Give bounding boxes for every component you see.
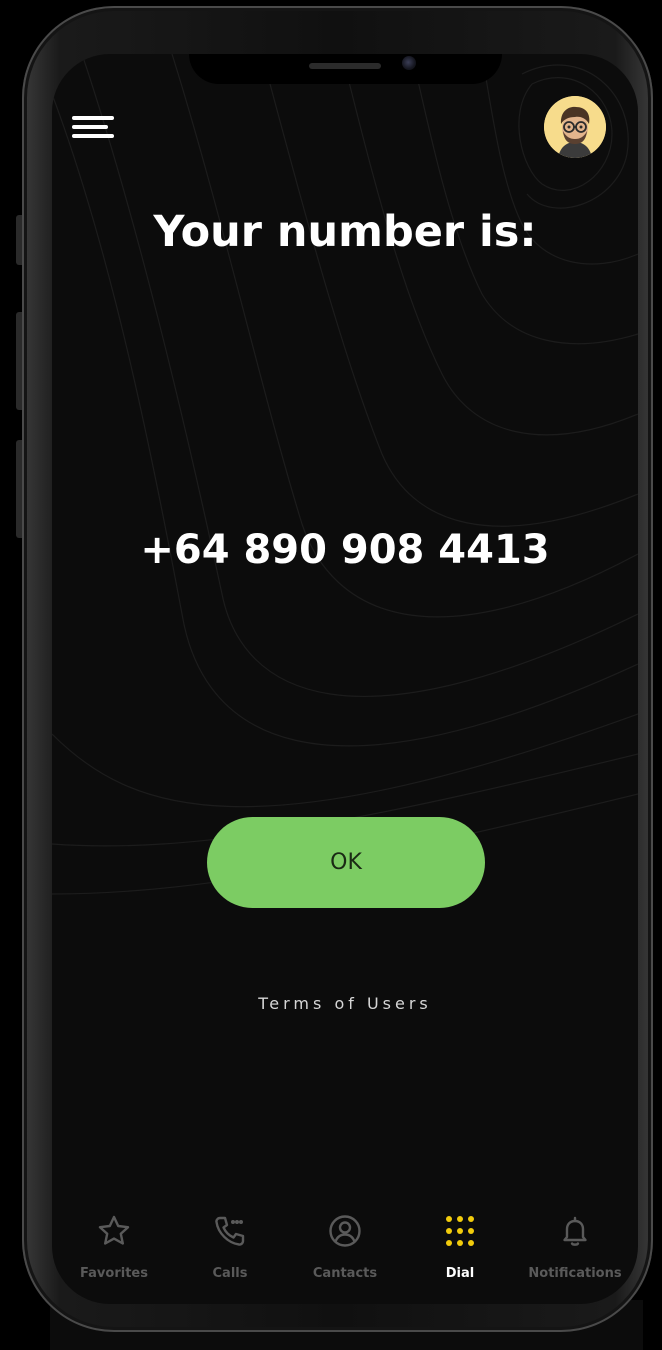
ok-button[interactable]: OK xyxy=(207,817,485,908)
dialpad-icon xyxy=(446,1216,474,1246)
tab-label: Notifications xyxy=(528,1266,622,1281)
page-title: Your number is: xyxy=(153,207,537,257)
volume-down-button xyxy=(16,440,22,538)
tab-calls[interactable]: Calls xyxy=(172,1202,288,1286)
phone-screen: Your number is: +64 890 908 4413 OK Term… xyxy=(52,54,638,1304)
assigned-phone-number: +64 890 908 4413 xyxy=(140,527,550,573)
phone-icon xyxy=(215,1216,245,1246)
tab-dial[interactable]: Dial xyxy=(402,1202,518,1286)
tab-favorites[interactable]: Favorites xyxy=(56,1202,172,1286)
silent-switch xyxy=(16,215,22,265)
tab-notifications[interactable]: Notifications xyxy=(517,1202,633,1286)
notch xyxy=(189,54,502,84)
avatar[interactable] xyxy=(544,96,606,158)
hamburger-menu-icon[interactable] xyxy=(72,114,116,140)
bottom-tab-bar: Favorites Calls Cantacts Dial Notificati… xyxy=(52,1202,638,1292)
star-icon xyxy=(98,1215,130,1245)
front-camera xyxy=(402,56,416,70)
volume-up-button xyxy=(16,312,22,410)
user-circle-icon xyxy=(329,1215,361,1247)
earpiece-speaker xyxy=(309,63,381,69)
bell-icon xyxy=(563,1216,587,1246)
memoji-avatar-icon xyxy=(544,96,606,158)
tab-contacts[interactable]: Cantacts xyxy=(287,1202,403,1286)
terms-of-users-link[interactable]: Terms of Users xyxy=(52,994,638,1013)
